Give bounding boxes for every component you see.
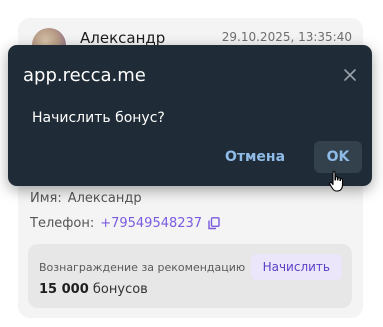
timestamp: 29.10.2025, 13:35:40 <box>221 30 352 44</box>
close-icon[interactable] <box>343 68 357 82</box>
phone-link[interactable]: +79549548237 <box>100 216 202 231</box>
name-row: Имя: Александр <box>30 191 142 206</box>
confirm-dialog: app.recca.me Начислить бонус? Отмена OK <box>8 45 372 186</box>
phone-row: Телефон: +79549548237 <box>30 216 220 231</box>
reward-amount-unit: бонусов <box>92 282 148 297</box>
ok-button[interactable]: OK <box>314 141 362 173</box>
hand-cursor-icon <box>329 171 344 192</box>
accrue-bonus-button[interactable]: Начислить <box>250 254 342 280</box>
name-label: Имя: <box>30 191 62 206</box>
reward-box: Вознаграждение за рекомендацию Начислить… <box>28 244 352 308</box>
cancel-button[interactable]: Отмена <box>220 141 290 173</box>
reward-amount: 15 000 бонусов <box>39 282 148 297</box>
reward-amount-number: 15 000 <box>39 282 89 297</box>
phone-label: Телефон: <box>30 216 95 231</box>
name-value: Александр <box>67 191 142 206</box>
dialog-title: app.recca.me <box>23 65 146 86</box>
copy-icon[interactable] <box>208 217 220 230</box>
page: Александр 29.10.2025, 13:35:40 Имя: Алек… <box>0 0 383 327</box>
reward-label: Вознаграждение за рекомендацию <box>39 261 246 274</box>
dialog-message: Начислить бонус? <box>32 110 165 126</box>
